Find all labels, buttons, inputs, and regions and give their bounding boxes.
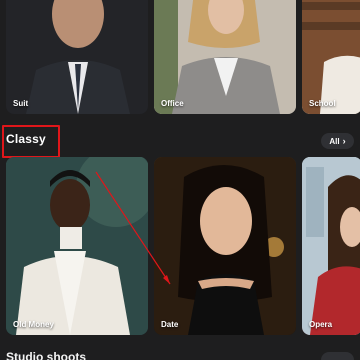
card-label: Opera bbox=[309, 320, 333, 329]
see-all-button-next[interactable] bbox=[321, 352, 354, 360]
see-all-button[interactable]: All › bbox=[321, 133, 354, 149]
card-label: Suit bbox=[13, 99, 29, 108]
chevron-right-icon: › bbox=[342, 135, 346, 146]
style-card-office[interactable]: Office bbox=[154, 0, 296, 114]
style-card-old-money[interactable]: Old Money bbox=[6, 157, 148, 335]
style-card-school[interactable]: School bbox=[302, 0, 360, 114]
office-photo bbox=[154, 0, 296, 114]
card-label: School bbox=[309, 99, 336, 108]
highlight-annotation-box bbox=[2, 125, 60, 158]
school-photo bbox=[302, 0, 360, 114]
card-label: Date bbox=[161, 320, 179, 329]
date-photo bbox=[154, 157, 296, 335]
card-label: Office bbox=[161, 99, 184, 108]
opera-photo bbox=[302, 157, 360, 335]
suit-photo bbox=[6, 0, 148, 114]
style-card-opera[interactable]: Opera bbox=[302, 157, 360, 335]
screen: Suit Office School Classy All › Old Mone… bbox=[0, 0, 360, 360]
card-label: Old Money bbox=[13, 320, 54, 329]
see-all-label: All bbox=[329, 136, 340, 146]
old-money-photo bbox=[6, 157, 148, 335]
style-card-suit[interactable]: Suit bbox=[6, 0, 148, 114]
style-card-date[interactable]: Date bbox=[154, 157, 296, 335]
section-title-next: Studio shoots bbox=[6, 350, 86, 360]
